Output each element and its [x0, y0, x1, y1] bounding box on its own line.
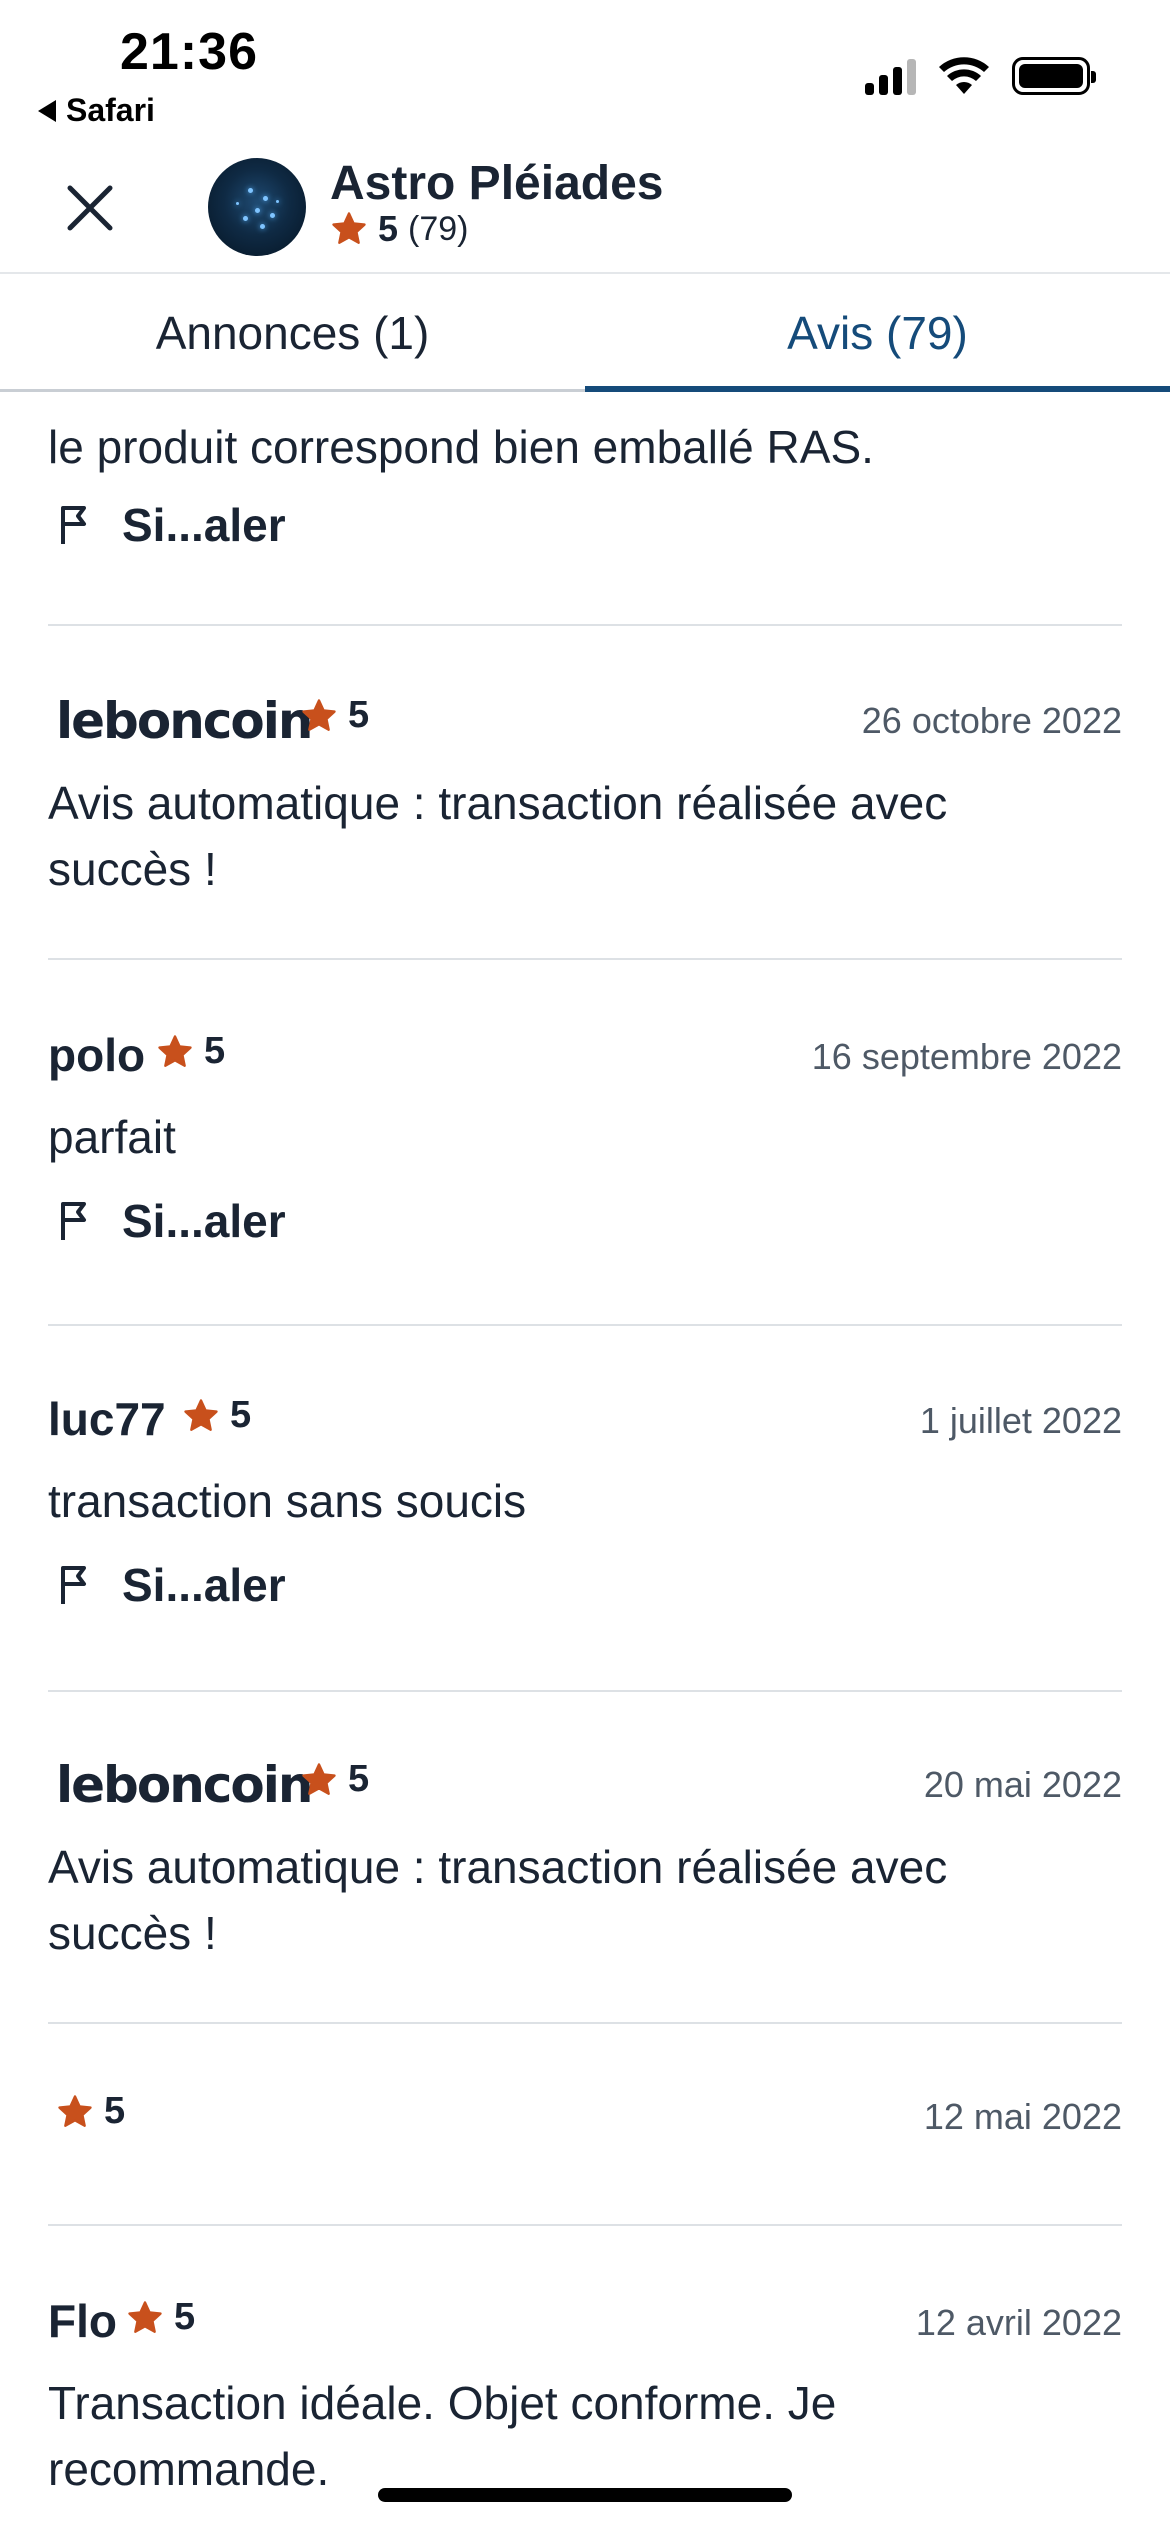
cellular-signal-icon	[865, 57, 916, 95]
shop-avatar[interactable]	[208, 158, 306, 256]
review-item: leboncoin 5 20 mai 2022 Avis automatique…	[48, 1756, 1122, 1959]
star-icon	[158, 1034, 192, 1067]
divider	[48, 1324, 1122, 1326]
review-item: le produit correspond bien emballé RAS. …	[48, 421, 1122, 551]
back-to-safari-link[interactable]: Safari	[38, 92, 155, 129]
review-item: polo 5 16 septembre 2022 parfait Si...al…	[48, 1028, 1122, 1247]
review-item: leboncoin 5 26 octobre 2022 Avis automat…	[48, 692, 1122, 895]
review-item: 5 12 mai 2022	[48, 2088, 1122, 2158]
back-arrow-icon	[38, 99, 56, 122]
report-button[interactable]: Si...aler	[58, 1558, 286, 1612]
back-app-label: Safari	[66, 92, 155, 128]
review-author: Flo	[48, 2295, 117, 2347]
divider	[48, 2224, 1122, 2226]
star-icon	[128, 2300, 162, 2333]
report-label: Si...aler	[122, 499, 286, 551]
flag-icon	[61, 1202, 86, 1240]
leboncoin-logo: leboncoin	[56, 692, 314, 750]
review-rating: 5	[56, 2090, 125, 2133]
tab-avis[interactable]: Avis (79)	[585, 276, 1170, 392]
review-text: Transaction idéale. Objet conforme. Je r…	[48, 2377, 837, 2495]
close-icon	[67, 185, 113, 231]
tab-annonces[interactable]: Annonces (1)	[0, 276, 585, 389]
review-text: le produit correspond bien emballé RAS.	[48, 421, 874, 473]
shop-rating-count: (79)	[408, 209, 469, 248]
star-icon	[302, 698, 336, 731]
review-rating-value: 5	[230, 1394, 252, 1436]
wifi-icon	[939, 57, 989, 94]
review-rating-value: 5	[204, 1030, 226, 1072]
review-rating-value: 5	[348, 694, 370, 736]
star-icon	[332, 212, 366, 244]
review-item: luc77 5 1 juillet 2022 transaction sans …	[48, 1392, 1122, 1611]
report-button[interactable]: Si...aler	[58, 1194, 286, 1248]
review-item: Flo 5 12 avril 2022 Transaction idéale. …	[48, 2294, 1122, 2514]
review-date: 16 septembre 2022	[811, 1036, 1122, 1077]
report-label: Si...aler	[122, 1559, 286, 1611]
close-button[interactable]	[62, 180, 118, 236]
review-rating-value: 5	[174, 2296, 196, 2338]
review-date: 12 avril 2022	[915, 2302, 1122, 2343]
review-text: Avis automatique : transaction réalisée …	[48, 1841, 948, 1959]
review-text: transaction sans soucis	[48, 1475, 527, 1527]
report-label: Si...aler	[122, 1195, 286, 1247]
divider	[48, 958, 1122, 960]
review-rating: 5	[126, 2296, 195, 2339]
review-rating-value: 5	[348, 1758, 370, 1800]
home-indicator[interactable]	[378, 2488, 792, 2502]
divider	[48, 2022, 1122, 2024]
review-rating: 5	[300, 1758, 369, 1801]
review-date: 20 mai 2022	[923, 1764, 1122, 1805]
divider	[48, 1690, 1122, 1692]
profile-header: Astro Pléiades 5 (79)	[0, 140, 1170, 274]
star-icon	[184, 1398, 218, 1431]
shop-rating: 5 (79)	[330, 208, 469, 250]
review-date: 12 mai 2022	[923, 2096, 1122, 2137]
divider	[48, 624, 1122, 626]
review-date: 26 octobre 2022	[861, 700, 1122, 741]
star-icon	[302, 1762, 336, 1795]
star-icon	[58, 2094, 92, 2127]
review-rating: 5	[300, 694, 369, 737]
review-author: polo	[48, 1029, 146, 1081]
shop-name: Astro Pléiades	[330, 157, 664, 210]
status-time: 21:36	[120, 23, 258, 81]
review-text: Avis automatique : transaction réalisée …	[48, 777, 948, 895]
review-date: 1 juillet 2022	[919, 1400, 1122, 1441]
review-rating: 5	[182, 1394, 251, 1437]
shop-rating-value: 5	[378, 208, 399, 249]
status-bar: 21:36 Safari	[0, 0, 1170, 140]
status-icons	[865, 56, 1096, 96]
report-button[interactable]: Si...aler	[58, 498, 286, 552]
review-rating: 5	[156, 1030, 225, 1073]
leboncoin-logo: leboncoin	[56, 1756, 314, 1814]
battery-icon	[1012, 57, 1096, 95]
review-author: luc77	[48, 1393, 166, 1445]
review-text: parfait	[48, 1111, 176, 1163]
tab-bar: Annonces (1) Avis (79)	[0, 276, 1170, 392]
review-rating-value: 5	[104, 2090, 126, 2132]
flag-icon	[61, 1566, 86, 1604]
flag-icon	[61, 506, 86, 544]
